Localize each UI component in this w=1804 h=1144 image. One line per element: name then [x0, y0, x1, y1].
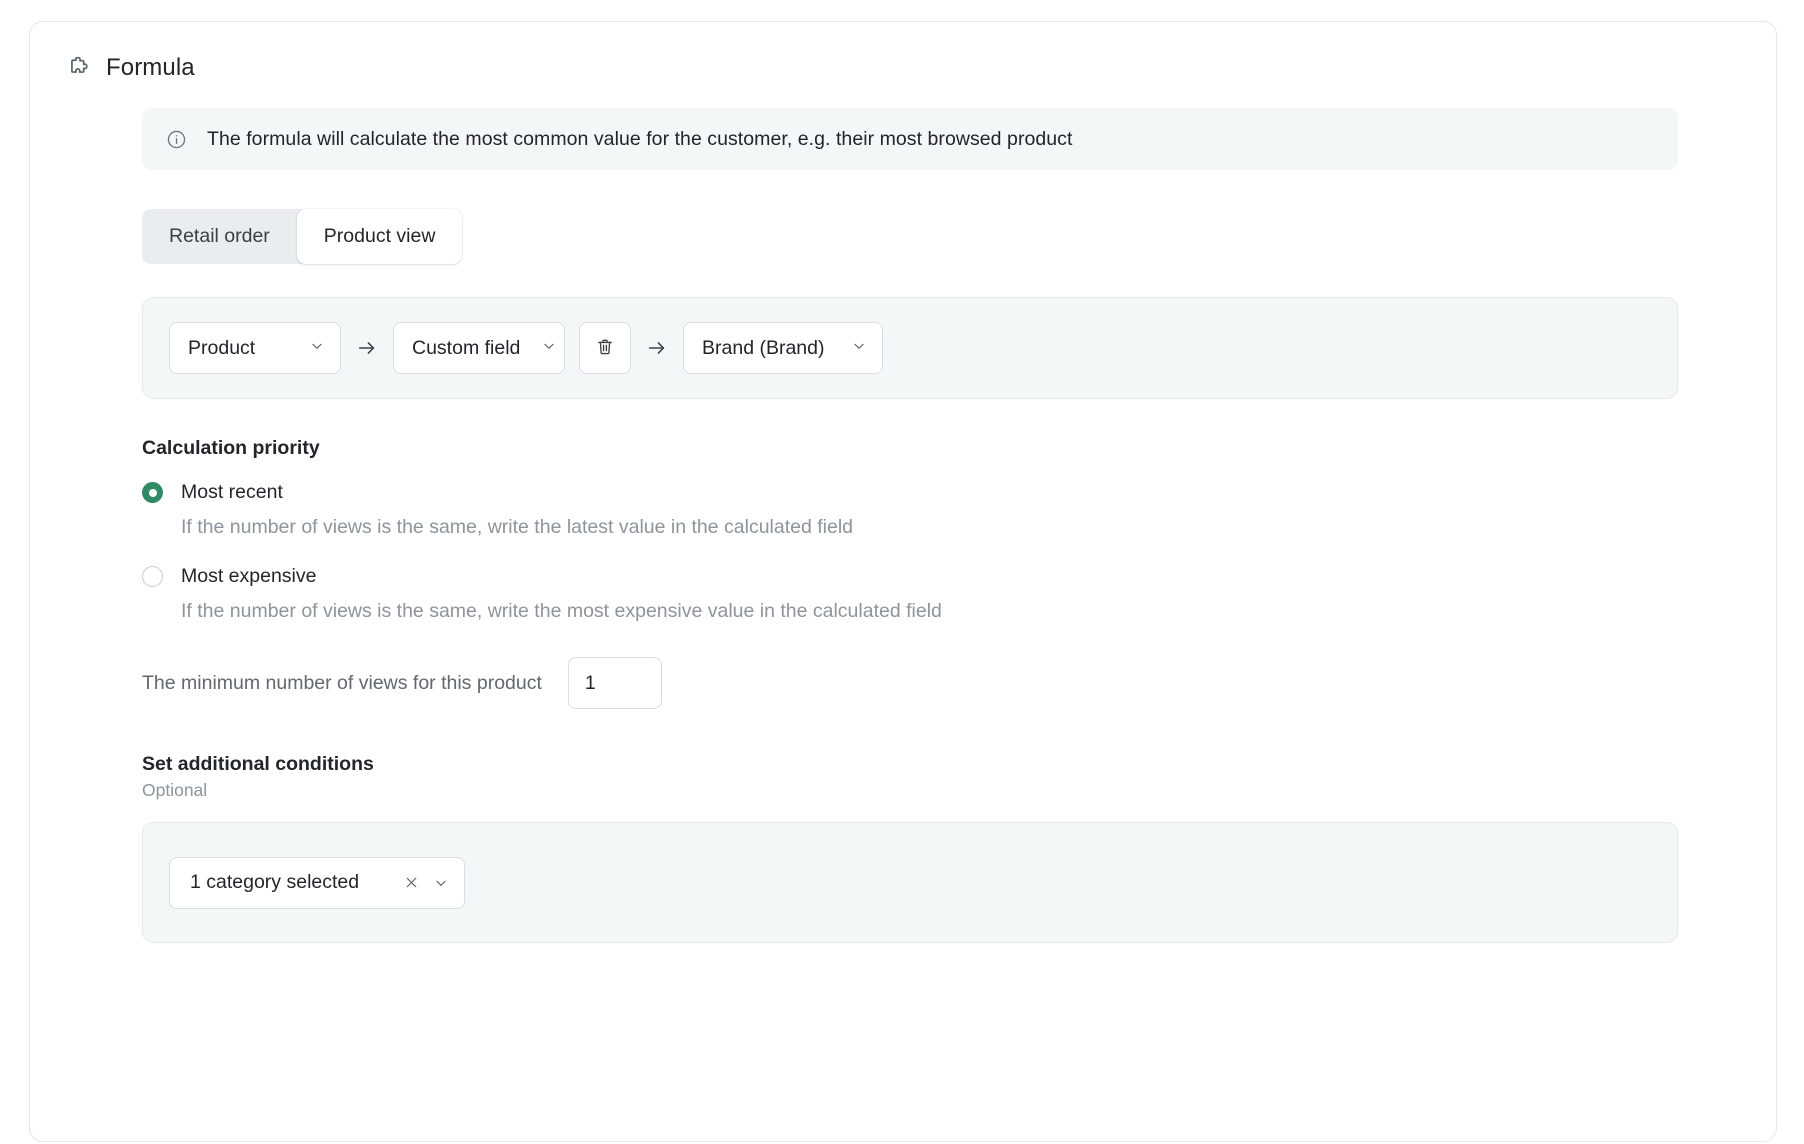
radio-description: If the number of views is the same, writ…	[181, 600, 942, 622]
calculation-priority-title: Calculation priority	[142, 437, 320, 459]
arrow-right-icon	[631, 337, 683, 359]
chevron-down-icon	[852, 339, 866, 358]
trash-icon	[595, 337, 615, 360]
chevron-down-icon	[542, 339, 556, 358]
radio-option-most-recent[interactable]: Most recent If the number of views is th…	[142, 481, 1678, 539]
radio-label: Most expensive	[181, 565, 317, 587]
tab-product-view[interactable]: Product view	[296, 209, 463, 264]
category-select[interactable]: 1 category selected	[169, 856, 466, 909]
radio-indicator-selected[interactable]	[142, 482, 163, 503]
radio-label: Most recent	[181, 481, 283, 503]
value-select[interactable]: Brand (Brand)	[683, 322, 883, 374]
card-content: The formula will calculate the most comm…	[30, 108, 1776, 943]
radio-description: If the number of views is the same, writ…	[181, 516, 854, 538]
formula-row: Product Custom field Brand (Brand)	[169, 322, 1651, 374]
radio-row[interactable]: Most expensive	[142, 565, 1678, 588]
min-views-input[interactable]	[567, 657, 662, 709]
category-select-value: 1 category selected	[190, 871, 360, 893]
formula-card: Formula The formula will calculate the m…	[29, 21, 1777, 1142]
min-views-label: The minimum number of views for this pro…	[142, 671, 542, 694]
info-banner: The formula will calculate the most comm…	[142, 108, 1678, 170]
additional-conditions-title: Set additional conditions	[142, 753, 374, 775]
additional-conditions-panel: 1 category selected	[142, 822, 1678, 943]
value-select-value: Brand (Brand)	[702, 336, 825, 359]
tab-retail-order[interactable]: Retail order	[142, 209, 297, 264]
source-select-value: Product	[188, 336, 256, 359]
puzzle-piece-icon	[65, 55, 91, 81]
radio-row[interactable]: Most recent	[142, 481, 1678, 504]
close-icon[interactable]	[403, 874, 420, 891]
page-title: Formula	[106, 54, 195, 81]
field-select[interactable]: Custom field	[393, 322, 565, 374]
chevron-down-icon[interactable]	[434, 876, 448, 890]
formula-panel: Product Custom field Brand (Brand)	[142, 297, 1678, 399]
min-views-row: The minimum number of views for this pro…	[142, 657, 1678, 709]
info-banner-text: The formula will calculate the most comm…	[207, 127, 1073, 150]
info-circle-icon	[166, 129, 187, 150]
chevron-down-icon	[310, 339, 324, 358]
radio-indicator[interactable]	[142, 566, 163, 587]
additional-conditions-subtitle: Optional	[142, 780, 208, 800]
field-select-value: Custom field	[412, 336, 521, 359]
delete-condition-button[interactable]	[579, 322, 631, 374]
arrow-right-icon	[341, 337, 393, 359]
screen-root: Formula The formula will calculate the m…	[0, 0, 1804, 1144]
radio-option-most-expensive[interactable]: Most expensive If the number of views is…	[142, 565, 1678, 623]
source-select[interactable]: Product	[169, 322, 341, 374]
card-header: Formula	[30, 22, 1776, 82]
source-tabs: Retail order Product view	[142, 209, 463, 264]
